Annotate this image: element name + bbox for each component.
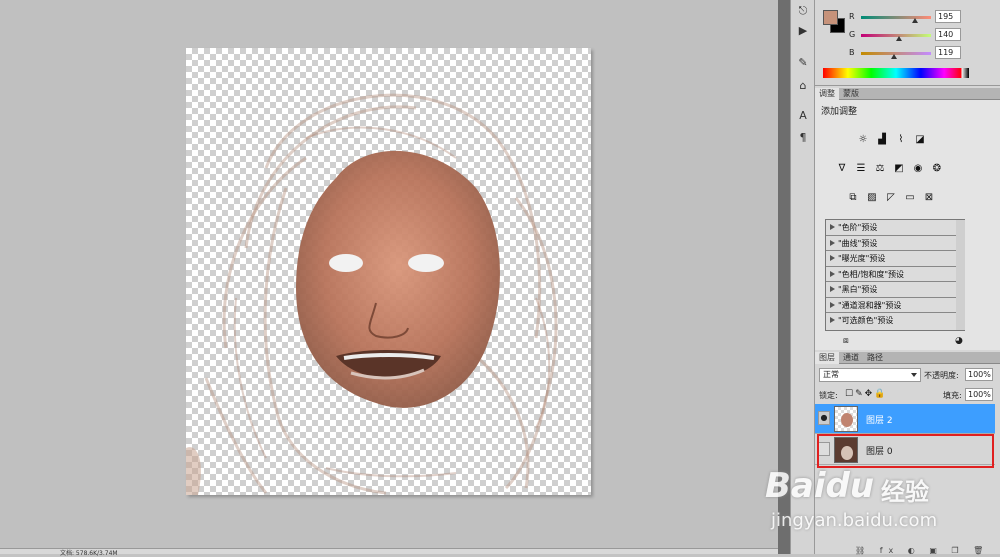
tab-channels[interactable]: 通道 [839,352,863,364]
invert-icon[interactable]: ⧉ [845,190,861,205]
baidu-watermark: Baidu 经验 jingyan.baidu.com [765,466,995,536]
blue-label: B [849,48,855,57]
tab-adjustments[interactable]: 调整 [815,88,839,100]
layer-name: 图层 2 [866,416,893,426]
watermark-url: jingyan.baidu.com [771,510,938,531]
expand-triangle-icon [830,270,835,277]
color-balance-icon[interactable]: ⚖ [872,161,888,176]
layers-tabs: 图层 通道 路径 [815,352,1000,364]
black-white-icon[interactable]: ◩ [891,161,907,176]
lock-icons[interactable]: ☐✎✥🔒 [845,389,887,399]
preset-selective-color[interactable]: "可选颜色"预设 [826,313,964,329]
status-bar: 文档: 578.6K/3.74M [0,548,790,557]
paragraph-icon[interactable]: ¶ [794,130,812,146]
adjustment-icons-row-3: ⧉ ▨ ◸ ▭ ⊠ [845,190,937,205]
add-adjustment-title: 添加调整 [821,107,858,117]
red-highlight-box [817,434,994,468]
history-icon[interactable]: ⎋ [794,3,812,19]
expand-triangle-icon [830,255,835,261]
preset-curves[interactable]: "曲线"预设 [826,236,964,251]
green-slider-thumb[interactable] [896,36,903,41]
blue-slider-thumb[interactable] [890,54,897,59]
tab-layers[interactable]: 图层 [815,352,839,364]
character-icon[interactable]: A [794,108,812,124]
preset-exposure[interactable]: "曝光度"预设 [826,251,964,267]
green-value-input[interactable]: 140 [935,28,961,41]
watermark-jingyan: 经验 [881,478,929,506]
adjustments-footer: ⧈ ◕ [815,336,1000,350]
adjustment-icons-row-2: ∇ ☰ ⚖ ◩ ◉ ❂ [834,161,945,176]
layer-mask-icon[interactable]: ⧈ [843,336,849,346]
vibrance-icon[interactable]: ∇ [834,161,850,176]
preset-hue-saturation[interactable]: "色相/饱和度"预设 [826,267,964,282]
blue-value-input[interactable]: 119 [935,46,961,59]
green-channel-row: G 140 [849,28,999,42]
expand-triangle-icon [830,224,835,230]
clip-icon[interactable]: ◕ [955,336,963,346]
red-slider-track[interactable] [861,16,931,19]
image-canvas[interactable] [186,48,591,495]
adjustment-presets-list: "色阶"预设 "曲线"预设 "曝光度"预设 "色相/饱和度"预设 "黑白"预设 … [825,219,965,331]
hue-saturation-icon[interactable]: ☰ [853,161,869,176]
color-spectrum-bar[interactable] [823,68,969,78]
curves-icon[interactable]: ⌇ [893,132,909,147]
green-label: G [849,30,856,39]
color-panel: R 195 G 140 B 119 [815,0,1000,86]
tab-masks[interactable]: 蒙版 [839,88,863,100]
lock-label: 锁定: [819,391,838,400]
actions-icon[interactable]: ▶ [794,23,812,39]
levels-icon[interactable]: ▟ [874,132,890,147]
brush-presets-icon[interactable]: ✎ [794,55,812,71]
red-slider-thumb[interactable] [911,18,918,23]
opacity-input[interactable]: 100% [965,368,993,381]
adjustments-panel: 调整 蒙版 添加调整 ☼ ▟ ⌇ ◪ ∇ ☰ ⚖ ◩ ◉ ❂ ⧉ ▨ ◸ ▭ ⊠ … [815,88,1000,350]
document-workspace [0,0,778,548]
baidu-logo: Baidu [765,466,875,506]
posterize-icon[interactable]: ▨ [864,190,880,205]
adjustment-icons-row-1: ☼ ▟ ⌇ ◪ [855,132,928,147]
layer-row-layer-2[interactable]: ● 图层 2 [815,404,995,434]
photo-filter-icon[interactable]: ◉ [910,161,926,176]
red-channel-row: R 195 [849,10,999,24]
tab-paths[interactable]: 路径 [863,352,887,364]
expand-triangle-icon [830,317,835,323]
eye-icon[interactable]: ● [818,411,830,425]
red-value-input[interactable]: 195 [935,10,961,23]
preset-channel-mixer[interactable]: "通道混和器"预设 [826,298,964,313]
gradient-map-icon[interactable]: ▭ [902,190,918,205]
preset-levels[interactable]: "色阶"预设 [826,220,964,236]
foreground-color-swatch[interactable] [823,10,838,25]
expand-triangle-icon [830,301,835,308]
opacity-label: 不透明度: [924,371,959,380]
expand-triangle-icon [830,286,835,292]
clone-source-icon[interactable]: ⌂ [794,78,812,94]
exposure-icon[interactable]: ◪ [912,132,928,147]
document-size-text: 文档: 578.6K/3.74M [60,550,118,557]
expand-triangle-icon [830,239,835,246]
preset-black-white[interactable]: "黑白"预设 [826,282,964,298]
adjustments-tabs: 调整 蒙版 [815,88,1000,100]
fill-input[interactable]: 100% [965,388,993,401]
presets-scrollbar[interactable] [956,220,965,330]
channel-mixer-icon[interactable]: ❂ [929,161,945,176]
threshold-icon[interactable]: ◸ [883,190,899,205]
layer-thumbnail [834,406,858,432]
portrait-image [186,93,558,495]
blend-mode-select[interactable]: 正常 [819,368,921,382]
brightness-contrast-icon[interactable]: ☼ [855,132,871,147]
red-label: R [849,12,855,21]
blue-channel-row: B 119 [849,46,999,60]
selective-color-icon[interactable]: ⊠ [921,190,937,205]
fill-label: 填充: [943,391,962,400]
